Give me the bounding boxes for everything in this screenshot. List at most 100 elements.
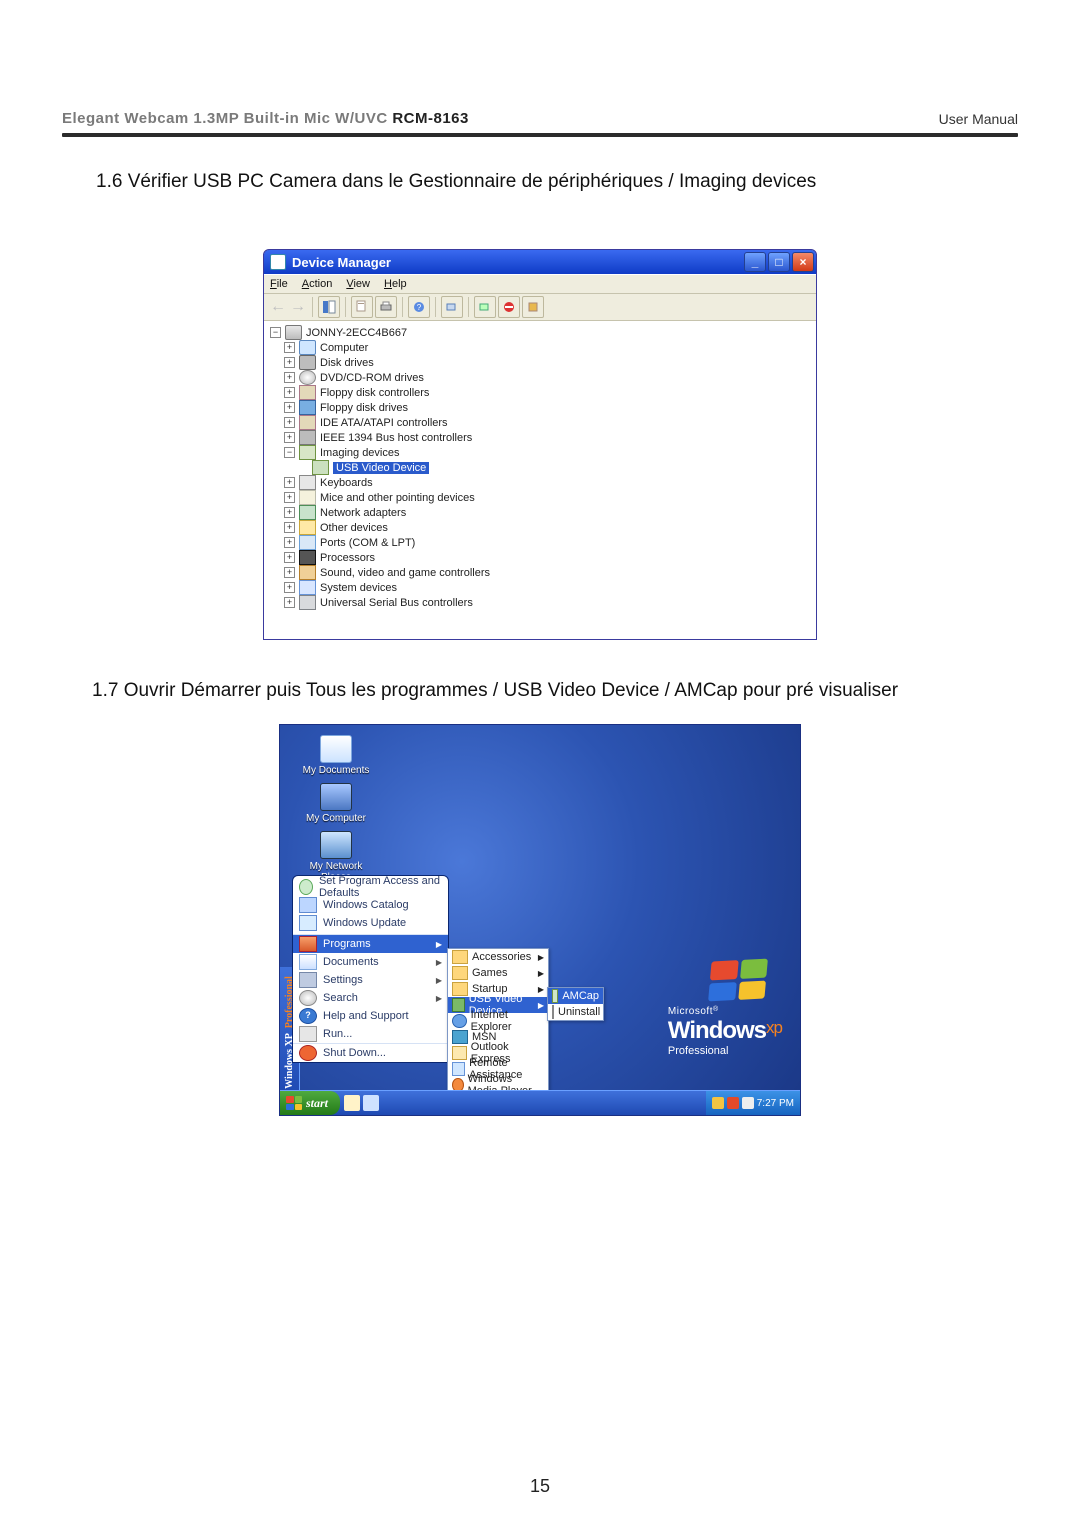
winxp-logo: Microsoft Windowsxp Professional — [668, 960, 782, 1057]
start-button[interactable]: start — [280, 1091, 340, 1115]
mycomputer-icon — [320, 783, 352, 811]
device-tree: JONNY-2ECC4B667 Computer Disk drives DVD… — [264, 321, 816, 639]
expand-icon[interactable] — [284, 372, 295, 383]
start-item[interactable]: Settings▶ — [293, 971, 448, 989]
tree-item[interactable]: Ports (COM & LPT) — [320, 537, 415, 549]
expand-icon[interactable] — [284, 567, 295, 578]
minimize-button[interactable]: _ — [744, 252, 766, 272]
devmgr-title-icon — [270, 254, 286, 270]
start-item[interactable]: ?Help and Support — [293, 1007, 448, 1025]
expand-icon[interactable] — [284, 597, 295, 608]
forward-button[interactable]: → — [288, 297, 308, 317]
page-number: 15 — [0, 1476, 1080, 1497]
tool-uninstall-icon[interactable] — [474, 296, 496, 318]
ql-show-desktop-icon[interactable] — [344, 1095, 360, 1111]
expand-icon[interactable] — [284, 402, 295, 413]
tool-print-icon[interactable] — [375, 296, 397, 318]
expand-icon[interactable] — [284, 447, 295, 458]
expand-icon[interactable] — [284, 582, 295, 593]
tree-item[interactable]: Processors — [320, 552, 375, 564]
back-button[interactable]: ← — [268, 297, 288, 317]
start-item[interactable]: Windows Update — [293, 914, 448, 932]
svg-text:?: ? — [417, 303, 422, 312]
submenu-item[interactable]: Games▶ — [448, 965, 548, 981]
tree-item[interactable]: Sound, video and game controllers — [320, 567, 490, 579]
menu-help[interactable]: Help — [384, 278, 407, 290]
tree-item-selected[interactable]: USB Video Device — [333, 462, 429, 474]
expand-icon[interactable] — [284, 522, 295, 533]
menu-action[interactable]: Action — [302, 278, 333, 290]
start-item[interactable]: Run... — [293, 1025, 448, 1043]
tree-item[interactable]: Computer — [320, 342, 368, 354]
ieee1394-icon — [299, 430, 316, 445]
tree-item[interactable]: Other devices — [320, 522, 388, 534]
expand-icon[interactable] — [284, 507, 295, 518]
tool-properties-icon[interactable] — [351, 296, 373, 318]
submenu-item[interactable]: Accessories▶ — [448, 949, 548, 965]
tree-item[interactable]: Disk drives — [320, 357, 374, 369]
tree-item[interactable]: Mice and other pointing devices — [320, 492, 475, 504]
tree-item[interactable]: System devices — [320, 582, 397, 594]
expand-icon[interactable] — [284, 387, 295, 398]
tree-item[interactable]: Universal Serial Bus controllers — [320, 597, 473, 609]
header-right: User Manual — [939, 111, 1018, 127]
start-item[interactable]: Set Program Access and Defaults — [293, 878, 448, 896]
expand-icon[interactable] — [270, 327, 281, 338]
close-button[interactable]: × — [792, 252, 814, 272]
start-item[interactable]: Documents▶ — [293, 953, 448, 971]
maximize-button[interactable]: □ — [768, 252, 790, 272]
usb-video-device-icon — [312, 460, 329, 475]
expand-icon[interactable] — [284, 492, 295, 503]
usbvideo-submenu: AMCap Uninstall — [547, 987, 604, 1021]
submenu-item-amcap[interactable]: AMCap — [548, 988, 603, 1004]
tray-volume-icon[interactable] — [727, 1097, 739, 1109]
desktop-icon-mycomputer[interactable]: My Computer — [296, 783, 376, 824]
header-rule — [62, 133, 1018, 137]
tree-item[interactable]: Keyboards — [320, 477, 373, 489]
tool-help-icon[interactable]: ? — [408, 296, 430, 318]
expand-icon[interactable] — [284, 357, 295, 368]
expand-icon[interactable] — [284, 417, 295, 428]
tool-disable-icon[interactable] — [498, 296, 520, 318]
desktop-icon-mydocs[interactable]: My Documents — [296, 735, 376, 776]
tree-item[interactable]: Floppy disk controllers — [320, 387, 429, 399]
tray-network-icon[interactable] — [742, 1097, 754, 1109]
titlebar[interactable]: Device Manager _ □ × — [264, 250, 816, 274]
section-16-heading: 1.6 Vérifier USB PC Camera dans le Gesti… — [96, 171, 1022, 193]
submenu-item-uninstall[interactable]: Uninstall — [548, 1004, 603, 1020]
start-item-programs[interactable]: Programs▶ — [293, 935, 448, 953]
expand-icon[interactable] — [284, 342, 295, 353]
tree-item[interactable]: Imaging devices — [320, 447, 400, 459]
logo-microsoft: Microsoft — [668, 1006, 782, 1017]
expand-icon[interactable] — [284, 477, 295, 488]
tree-item[interactable]: Floppy disk drives — [320, 402, 408, 414]
computer-icon — [299, 340, 316, 355]
tool-showhide-icon[interactable] — [318, 296, 340, 318]
header-left: Elegant Webcam 1.3MP Built-in Mic W/UVC … — [62, 110, 469, 127]
tray-clock[interactable]: 7:27 PM — [757, 1098, 794, 1109]
floppy-icon — [299, 400, 316, 415]
submenu-item[interactable]: Internet Explorer — [448, 1013, 548, 1029]
mouse-icon — [299, 490, 316, 505]
tree-item[interactable]: IDE ATA/ATAPI controllers — [320, 417, 448, 429]
tree-item[interactable]: Network adapters — [320, 507, 406, 519]
menu-view[interactable]: View — [346, 278, 370, 290]
folder-icon — [452, 982, 468, 996]
start-item-shutdown[interactable]: Shut Down... — [293, 1044, 448, 1062]
expand-icon[interactable] — [284, 432, 295, 443]
quicklaunch — [344, 1095, 379, 1111]
tray-shield-icon[interactable] — [712, 1097, 724, 1109]
start-item[interactable]: Search▶ — [293, 989, 448, 1007]
tool-scan-icon[interactable] — [441, 296, 463, 318]
expand-icon[interactable] — [284, 537, 295, 548]
sound-icon — [299, 565, 316, 580]
tool-update-icon[interactable] — [522, 296, 544, 318]
product-model: RCM-8163 — [392, 110, 469, 127]
menu-file[interactable]: File — [270, 278, 288, 290]
ql-ie-icon[interactable] — [363, 1095, 379, 1111]
start-menu-panel: Set Program Access and Defaults Windows … — [292, 875, 449, 1063]
tree-computer-name[interactable]: JONNY-2ECC4B667 — [306, 327, 407, 339]
expand-icon[interactable] — [284, 552, 295, 563]
tree-item[interactable]: DVD/CD-ROM drives — [320, 372, 424, 384]
tree-item[interactable]: IEEE 1394 Bus host controllers — [320, 432, 472, 444]
